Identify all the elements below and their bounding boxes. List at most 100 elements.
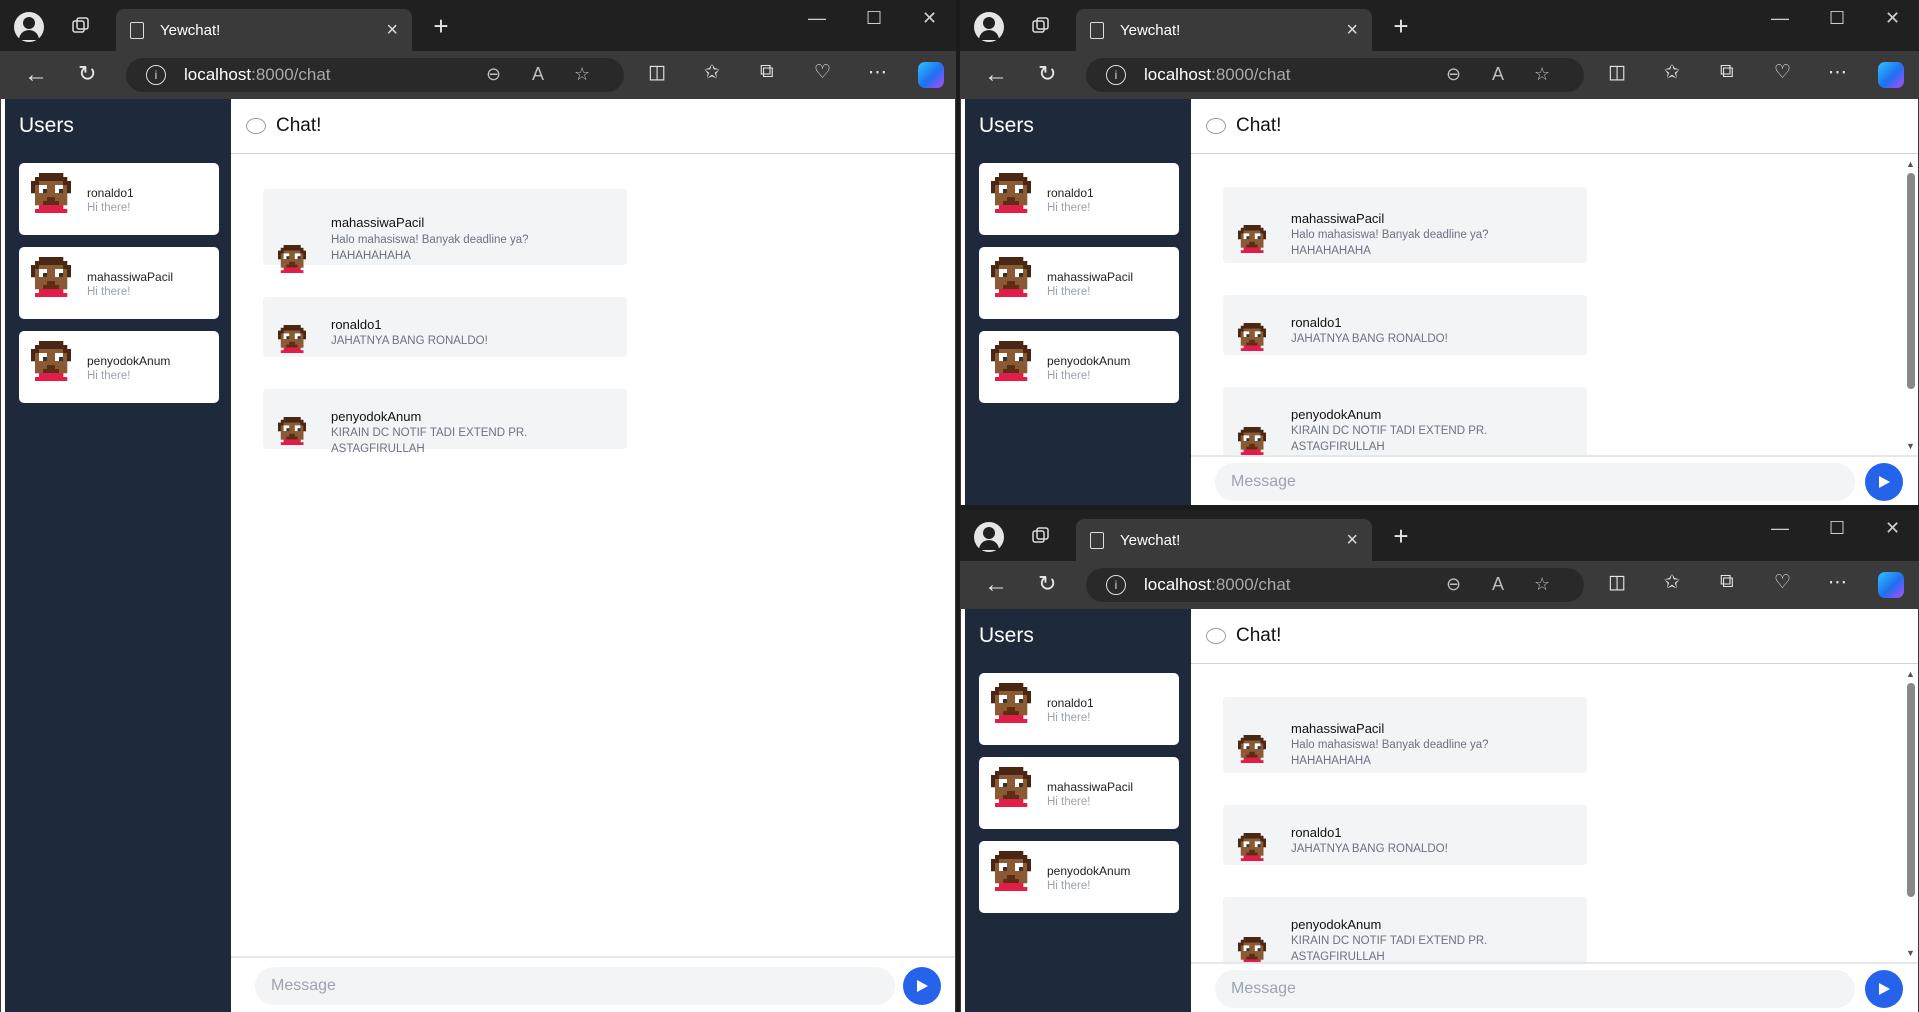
message-list[interactable]: mahassiwaPacil Halo mahasiswa! Banyak de… [1191, 155, 1918, 455]
message-composer [1191, 962, 1918, 1012]
tab-title: Yewchat! [1120, 21, 1181, 39]
maximize-icon[interactable]: ☐ [866, 8, 882, 29]
favorites-icon[interactable]: ✩ [1664, 571, 1680, 594]
new-tab-icon[interactable]: + [1388, 11, 1414, 41]
close-window-icon[interactable]: ✕ [1885, 8, 1900, 29]
copilot-icon[interactable] [1878, 62, 1904, 88]
read-aloud-icon[interactable]: A [1492, 574, 1504, 595]
user-card[interactable]: mahassiwaPacil Hi there! [979, 757, 1179, 829]
profile-icon[interactable] [974, 522, 1004, 552]
minimize-icon[interactable]: — [808, 8, 826, 29]
copilot-icon[interactable] [918, 62, 944, 88]
favorite-star-icon[interactable]: ☆ [1534, 64, 1550, 85]
scroll-down-icon[interactable]: ▼ [1906, 948, 1915, 958]
more-menu-icon[interactable]: ⋯ [868, 61, 887, 84]
message-input[interactable] [255, 967, 895, 1005]
browser-tab[interactable]: Yewchat! × [116, 9, 412, 51]
user-avatar [31, 173, 71, 213]
profile-icon[interactable] [14, 12, 44, 42]
read-aloud-icon[interactable]: A [1492, 64, 1504, 85]
collections-icon[interactable]: ⧉ [1720, 571, 1734, 593]
browser-tab[interactable]: Yewchat! × [1076, 9, 1372, 51]
message-input[interactable] [1215, 970, 1855, 1008]
url-path: :8000/chat [251, 65, 331, 84]
favorites-icon[interactable]: ✩ [1664, 61, 1680, 84]
scrollbar-thumb[interactable] [1907, 173, 1915, 389]
scroll-down-icon[interactable]: ▼ [1906, 441, 1915, 451]
user-card[interactable]: ronaldo1 Hi there! [979, 163, 1179, 235]
split-screen-icon[interactable]: ◫ [1608, 571, 1626, 594]
refresh-icon[interactable]: ↻ [78, 61, 96, 87]
user-avatar [991, 257, 1031, 297]
more-menu-icon[interactable]: ⋯ [1828, 61, 1847, 84]
browser-essentials-icon[interactable]: ♡ [1774, 61, 1791, 84]
user-card[interactable]: ronaldo1 Hi there! [19, 163, 219, 235]
message-item: ronaldo1 JAHATNYA BANG RONALDO! [263, 297, 627, 357]
close-tab-icon[interactable]: × [1346, 19, 1358, 42]
message-list[interactable]: mahassiwaPacil Halo mahasiswa! Banyak de… [1191, 665, 1918, 962]
chat-panel: Chat! mahassiwaPacil Halo mahasiswa! Ban… [1191, 609, 1918, 1012]
minimize-icon[interactable]: — [1771, 518, 1789, 539]
favorites-icon[interactable]: ✩ [704, 61, 720, 84]
new-tab-icon[interactable]: + [1388, 521, 1414, 551]
back-icon[interactable]: ← [984, 571, 1008, 599]
refresh-icon[interactable]: ↻ [1038, 61, 1056, 87]
user-card[interactable]: mahassiwaPacil Hi there! [19, 247, 219, 319]
web-page: Users ronaldo1 Hi there! mahassiwaPacil … [0, 99, 956, 1012]
message-scrollbar[interactable]: ▲ ▼ [1906, 159, 1916, 453]
collections-icon[interactable]: ⧉ [1720, 61, 1734, 83]
close-tab-icon[interactable]: × [1346, 529, 1358, 552]
minimize-icon[interactable]: — [1771, 8, 1789, 29]
back-icon[interactable]: ← [984, 61, 1008, 89]
info-icon[interactable]: i [1106, 575, 1126, 595]
user-card[interactable]: penyodokAnum Hi there! [979, 841, 1179, 913]
close-tab-icon[interactable]: × [386, 19, 398, 42]
split-screen-icon[interactable]: ◫ [1608, 61, 1626, 84]
close-window-icon[interactable]: ✕ [1885, 518, 1900, 539]
user-card[interactable]: ronaldo1 Hi there! [979, 673, 1179, 745]
info-icon[interactable]: i [146, 65, 166, 85]
user-avatar [31, 257, 71, 297]
maximize-icon[interactable]: ☐ [1829, 8, 1845, 29]
profile-icon[interactable] [974, 12, 1004, 42]
address-bar[interactable]: i localhost:8000/chat ⊖ A ☆ [126, 58, 624, 92]
zoom-out-icon[interactable]: ⊖ [1446, 574, 1461, 595]
browser-essentials-icon[interactable]: ♡ [814, 61, 831, 84]
read-aloud-icon[interactable]: A [532, 64, 544, 85]
scrollbar-thumb[interactable] [1907, 683, 1915, 897]
scroll-up-icon[interactable]: ▲ [1906, 669, 1915, 679]
address-bar[interactable]: i localhost:8000/chat ⊖ A ☆ [1086, 58, 1584, 92]
maximize-icon[interactable]: ☐ [1829, 518, 1845, 539]
zoom-out-icon[interactable]: ⊖ [486, 64, 501, 85]
favorite-star-icon[interactable]: ☆ [574, 64, 590, 85]
copilot-icon[interactable] [1878, 572, 1904, 598]
message-avatar [1238, 735, 1266, 763]
scroll-up-icon[interactable]: ▲ [1906, 159, 1915, 169]
new-tab-icon[interactable]: + [428, 11, 454, 41]
workspaces-icon[interactable] [1028, 523, 1054, 549]
send-button[interactable] [1865, 970, 1903, 1008]
message-input[interactable] [1215, 463, 1855, 501]
send-button[interactable] [1865, 463, 1903, 501]
close-window-icon[interactable]: ✕ [922, 8, 937, 29]
browser-tab[interactable]: Yewchat! × [1076, 519, 1372, 561]
send-button[interactable] [903, 967, 941, 1005]
address-bar[interactable]: i localhost:8000/chat ⊖ A ☆ [1086, 568, 1584, 602]
refresh-icon[interactable]: ↻ [1038, 571, 1056, 597]
user-card[interactable]: penyodokAnum Hi there! [19, 331, 219, 403]
info-icon[interactable]: i [1106, 65, 1126, 85]
back-icon[interactable]: ← [24, 61, 48, 89]
user-status: Hi there! [1047, 286, 1091, 298]
message-scrollbar[interactable]: ▲ ▼ [1906, 669, 1916, 960]
user-card[interactable]: penyodokAnum Hi there! [979, 331, 1179, 403]
collections-icon[interactable]: ⧉ [760, 61, 774, 83]
zoom-out-icon[interactable]: ⊖ [1446, 64, 1461, 85]
browser-essentials-icon[interactable]: ♡ [1774, 571, 1791, 594]
more-menu-icon[interactable]: ⋯ [1828, 571, 1847, 594]
message-list[interactable]: mahassiwaPacil Halo mahasiswa! Banyak de… [231, 155, 955, 956]
favorite-star-icon[interactable]: ☆ [1534, 574, 1550, 595]
user-card[interactable]: mahassiwaPacil Hi there! [979, 247, 1179, 319]
workspaces-icon[interactable] [68, 13, 94, 39]
split-screen-icon[interactable]: ◫ [648, 61, 666, 84]
workspaces-icon[interactable] [1028, 13, 1054, 39]
